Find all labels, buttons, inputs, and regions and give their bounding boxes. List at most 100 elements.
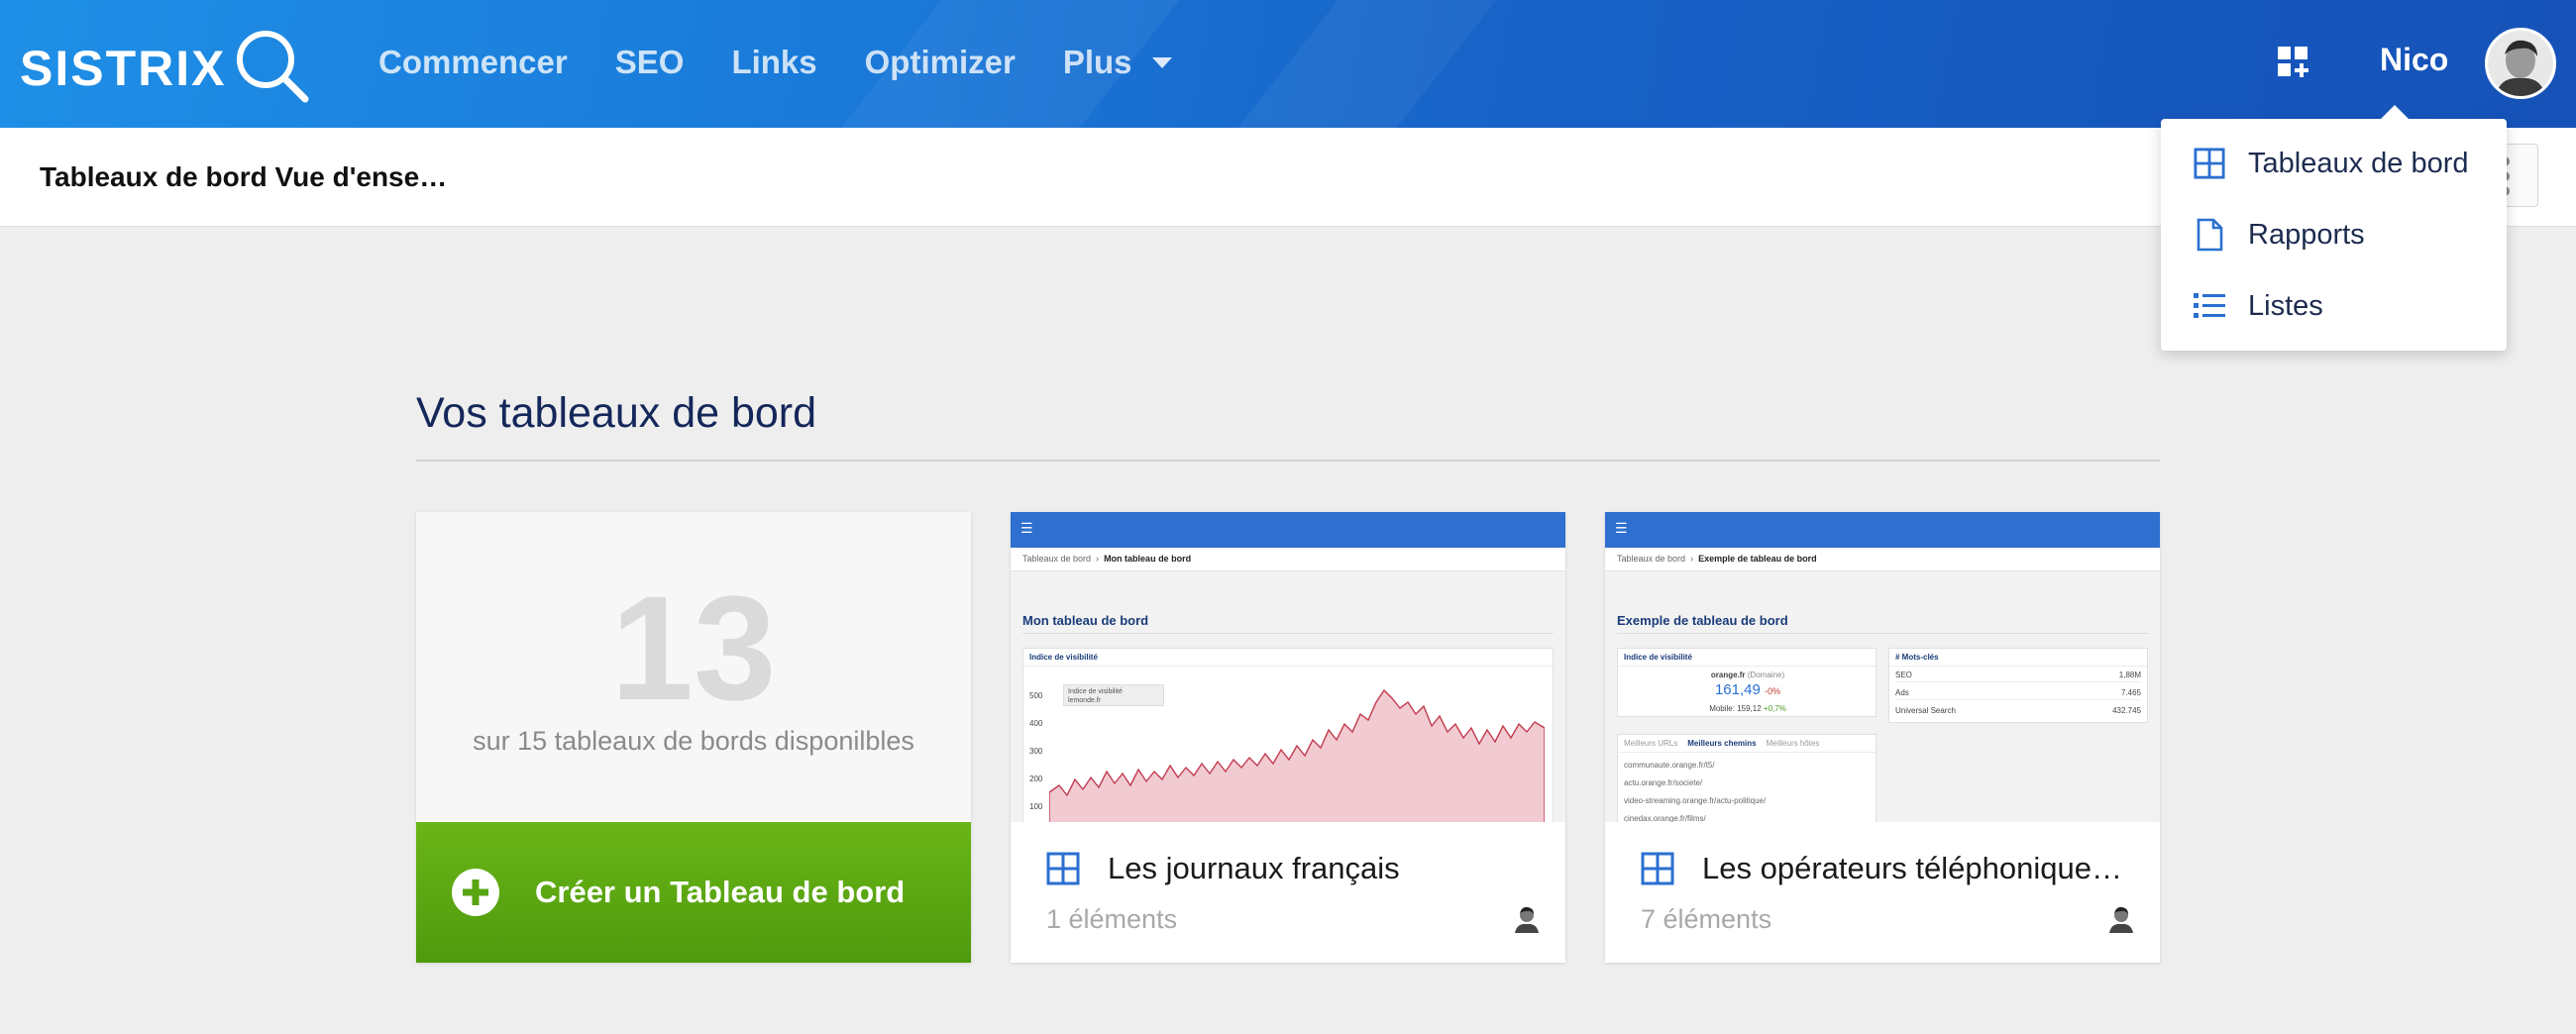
thumb-y-axis: 500 400 300 200 100 — [1029, 682, 1042, 821]
thumb-title: Exemple de tableau de bord — [1617, 613, 1788, 628]
thumb-kw-label: Ads — [1895, 688, 1909, 697]
menu-item-rapports[interactable]: Rapports — [2193, 218, 2365, 252]
nav-label: Plus — [1062, 44, 1132, 80]
sistrix-logo[interactable]: SISTRIX — [20, 28, 309, 108]
avatar[interactable] — [2485, 28, 2556, 99]
dashboard-count: 13 — [610, 565, 777, 731]
dashboard-name[interactable]: Les journaux français — [1108, 851, 1544, 886]
thumb-widget-title: Indice de visibilité — [1618, 649, 1876, 667]
thumb-vis-change: -0% — [1765, 686, 1781, 696]
thumb-area-chart — [1049, 688, 1545, 822]
nav-seo[interactable]: SEO — [615, 44, 685, 81]
nav-label: SEO — [614, 44, 685, 80]
thumb-topbar: ☰ — [1011, 512, 1565, 548]
grid-icon — [1046, 852, 1080, 890]
section-title: Vos tableaux de bord — [416, 389, 817, 437]
owner-avatar-icon — [2106, 903, 2136, 933]
thumb-crumb-root: Tableaux de bord — [1617, 554, 1686, 564]
grid-icon — [1641, 852, 1674, 890]
thumb-paths-widget: Meilleurs URLs Meilleurs chemins Meilleu… — [1617, 734, 1877, 822]
thumb-title: Mon tableau de bord — [1022, 613, 1149, 628]
apps-dropdown-menu: Tableaux de bord Rapports Listes — [2161, 105, 2507, 351]
nav-commencer[interactable]: Commencer — [378, 44, 568, 81]
dashboard-name[interactable]: Les opérateurs téléphonique… — [1702, 851, 2138, 886]
thumb-crumb-current: Mon tableau de bord — [1104, 554, 1192, 564]
thumb-kw-label: SEO — [1895, 671, 1912, 679]
create-dashboard-label: Créer un Tableau de bord — [535, 875, 906, 909]
thumb-kw-row: Universal Search 432.745 — [1895, 706, 2141, 715]
thumb-kw-value: 432.745 — [2112, 706, 2141, 715]
main-nav: Commencer SEO Links Optimizer Plus — [378, 44, 1220, 81]
dashboard-quota-card: 13 sur 15 tableaux de bords disponilbles… — [416, 512, 971, 963]
page-breadcrumb-title: Tableaux de bord Vue d'ense… — [40, 161, 448, 192]
owner-avatar-icon — [1512, 903, 1542, 933]
menu-item-label: Tableaux de bord — [2248, 147, 2469, 179]
thumb-vis-value-line: 161,49 -0% — [1618, 681, 1878, 698]
thumb-divider — [1022, 633, 1554, 634]
document-icon — [2193, 218, 2226, 252]
thumb-crumb-root: Tableaux de bord — [1022, 554, 1092, 564]
thumb-visibility-widget: Indice de visibilité orange.fr (Domaine)… — [1617, 648, 1877, 717]
thumb-tab: Meilleurs URLs — [1624, 739, 1678, 748]
logo-text: SISTRIX — [20, 40, 227, 96]
thumb-divider — [1617, 633, 2148, 634]
thumb-crumb-current: Exemple de tableau de bord — [1698, 554, 1817, 564]
nav-label: Commencer — [378, 44, 568, 80]
user-name[interactable]: Nico — [2380, 42, 2448, 78]
thumb-mobile-change: +0,7% — [1763, 704, 1786, 713]
magnifier-icon — [234, 28, 309, 108]
create-dashboard-button[interactable]: Créer un Tableau de bord — [416, 822, 971, 963]
thumb-kw-value: 7.465 — [2120, 688, 2141, 697]
thumb-breadcrumb: Tableaux de bord › Exemple de tableau de… — [1605, 548, 2160, 571]
thumb-domain: orange.fr — [1710, 671, 1746, 679]
thumb-tab: Meilleurs hôtes — [1766, 739, 1820, 748]
thumb-y-tick: 500 — [1029, 691, 1043, 700]
dashboard-thumbnail: ☰ Tableaux de bord › Mon tableau de bord… — [1011, 512, 1565, 822]
list-icon — [2193, 289, 2226, 323]
thumb-path-list: communaute.orange.fr/t5/ actu.orange.fr/… — [1624, 757, 1766, 822]
thumb-kw-value: 1,88M — [2118, 671, 2141, 679]
thumb-y-tick: 400 — [1029, 719, 1043, 728]
thumb-y-tick: 300 — [1029, 747, 1043, 756]
menu-item-label: Listes — [2248, 289, 2323, 322]
dashboard-count-subtitle: sur 15 tableaux de bords disponilbles — [473, 726, 914, 756]
grid-icon — [2193, 147, 2226, 180]
thumb-mobile: Mobile: 159,12 — [1709, 704, 1762, 713]
nav-label: Links — [731, 44, 817, 80]
nav-label: Optimizer — [864, 44, 1016, 80]
dashboard-thumbnail: ☰ Tableaux de bord › Exemple de tableau … — [1605, 512, 2160, 822]
thumb-breadcrumb: Tableaux de bord › Mon tableau de bord — [1011, 548, 1565, 571]
thumb-path: actu.orange.fr/societe/ — [1624, 778, 1703, 787]
thumb-vis-value: 161,49 — [1714, 681, 1761, 698]
thumb-domain-tag: (Domaine) — [1747, 671, 1785, 679]
section-divider — [416, 460, 2160, 462]
thumb-y-tick: 200 — [1029, 775, 1043, 783]
menu-icon: ☰ — [1020, 520, 1033, 536]
thumb-keywords-widget: # Mots-clés SEO 1,88M Ads 7.465 Universal … — [1888, 648, 2148, 723]
nav-plus[interactable]: Plus — [1063, 44, 1172, 81]
dashboard-card[interactable]: ☰ Tableaux de bord › Mon tableau de bord… — [1011, 512, 1565, 963]
thumb-tab-active: Meilleurs chemins — [1687, 739, 1757, 748]
menu-item-listes[interactable]: Listes — [2193, 289, 2323, 323]
thumb-kw-row: SEO 1,88M — [1895, 671, 2141, 682]
thumb-mobile-line: Mobile: 159,12 +0,7% — [1618, 704, 1878, 713]
thumb-visibility-widget: Indice de visibilité Indice de visibilit… — [1022, 648, 1554, 822]
thumb-tabs: Meilleurs URLs Meilleurs chemins Meilleu… — [1618, 735, 1876, 753]
thumb-path: video-streaming.orange.fr/actu-politique… — [1624, 796, 1767, 805]
menu-item-tableaux-de-bord[interactable]: Tableaux de bord — [2193, 147, 2469, 180]
thumb-topbar: ☰ — [1605, 512, 2160, 548]
thumb-kw-label: Universal Search — [1895, 706, 1956, 715]
nav-links[interactable]: Links — [731, 44, 816, 81]
grid-plus-icon[interactable] — [2276, 45, 2311, 85]
dashboard-info: Les opérateurs téléphonique… 7 éléments — [1605, 822, 2160, 963]
plus-circle-icon — [452, 869, 499, 916]
top-header: SISTRIX Commencer SEO Links Optimizer Pl… — [0, 0, 2576, 128]
thumb-path: cinedax.orange.fr/films/ — [1624, 814, 1706, 822]
dashboard-element-count: 7 éléments — [1641, 904, 1772, 934]
dashboard-card[interactable]: ☰ Tableaux de bord › Exemple de tableau … — [1605, 512, 2160, 963]
thumb-y-tick: 100 — [1029, 802, 1043, 811]
thumb-path: communaute.orange.fr/t5/ — [1624, 761, 1715, 770]
menu-icon: ☰ — [1615, 520, 1628, 536]
thumb-widget-title: Indice de visibilité — [1023, 649, 1553, 667]
nav-optimizer[interactable]: Optimizer — [865, 44, 1016, 81]
